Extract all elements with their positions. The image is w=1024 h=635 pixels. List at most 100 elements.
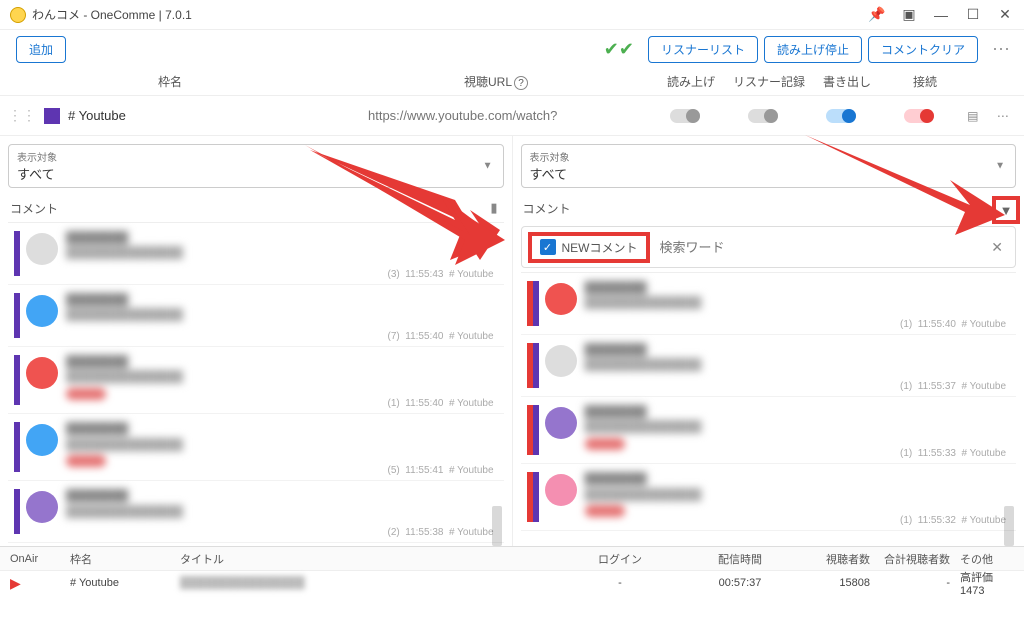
comments-list-left[interactable]: ███████████████████████(3) 11:55:43 # Yo… bbox=[8, 222, 504, 546]
color-stripe bbox=[14, 231, 20, 276]
avatar bbox=[26, 295, 58, 327]
table-row[interactable]: ▶ # Youtube ████████████████ - 00:57:37 … bbox=[0, 571, 1024, 595]
export-toggle[interactable] bbox=[826, 109, 856, 123]
toolbar: 追加 ✔✔ リスナーリスト 読み上げ停止 コメントクリア ⋯ bbox=[0, 30, 1024, 68]
comment-meta: (2) 11:55:38 # Youtube bbox=[387, 527, 493, 538]
color-stripe2 bbox=[533, 343, 539, 388]
row-title: ████████████████ bbox=[180, 577, 550, 589]
row-more-icon[interactable]: ⋯ bbox=[997, 109, 1009, 123]
clear-search-icon[interactable]: ✕ bbox=[985, 239, 1009, 256]
comment-meta: (1) 11:55:40 # Youtube bbox=[387, 398, 493, 409]
bt-head-time: 配信時間 bbox=[690, 551, 790, 567]
list-item[interactable]: ███████████████████████(1) 11:55:40 # Yo… bbox=[521, 273, 1017, 335]
channel-color-swatch[interactable] bbox=[44, 108, 60, 124]
onair-icon: ▶ bbox=[10, 575, 21, 591]
avatar bbox=[545, 283, 577, 315]
bt-head-name: 枠名 bbox=[70, 551, 180, 567]
avatar bbox=[545, 407, 577, 439]
column-headers: 枠名 視聴URL? 読み上げ リスナー記録 書き出し 接続 bbox=[0, 68, 1024, 96]
col-url: 視聴URL? bbox=[340, 73, 652, 90]
more-menu-icon[interactable]: ⋯ bbox=[988, 39, 1014, 60]
comment-meta: (1) 11:55:37 # Youtube bbox=[900, 381, 1006, 392]
listener-list-button[interactable]: リスナーリスト bbox=[648, 36, 758, 63]
comment-meta: (7) 11:55:40 # Youtube bbox=[387, 331, 493, 342]
color-stripe2 bbox=[533, 281, 539, 326]
bt-head-other: その他 bbox=[950, 551, 1014, 567]
speech-toggle[interactable] bbox=[670, 109, 700, 123]
scrollbar[interactable] bbox=[492, 506, 502, 546]
color-stripe2 bbox=[533, 405, 539, 455]
list-item[interactable]: ███████████████████████(7) 11:55:40 # Yo… bbox=[8, 285, 504, 347]
comment-clear-button[interactable]: コメントクリア bbox=[868, 36, 978, 63]
comments-list-right[interactable]: ███████████████████████(1) 11:55:40 # Yo… bbox=[521, 272, 1017, 546]
col-name: 枠名 bbox=[0, 73, 340, 90]
avatar bbox=[26, 233, 58, 265]
speech-stop-button[interactable]: 読み上げ停止 bbox=[764, 36, 862, 63]
new-comment-label: NEWコメント bbox=[562, 239, 638, 256]
right-panel: 表示対象 すべて ▼ コメント ▮ ▼ ✓ NEWコメント ✕ ████████… bbox=[513, 136, 1024, 546]
new-comment-checkbox[interactable]: ✓ bbox=[540, 239, 556, 255]
list-item[interactable]: ███████████████████████(1) 11:55:33 # Yo… bbox=[521, 397, 1017, 464]
search-input[interactable] bbox=[660, 240, 986, 255]
scrollbar[interactable] bbox=[1004, 506, 1014, 546]
color-stripe2 bbox=[533, 472, 539, 522]
color-stripe bbox=[14, 489, 20, 534]
drag-handle-icon[interactable]: ⋮⋮ bbox=[6, 107, 38, 124]
col-connect: 接続 bbox=[886, 73, 964, 90]
comment-meta: (1) 11:55:32 # Youtube bbox=[900, 515, 1006, 526]
bottom-table: OnAir 枠名 タイトル ログイン 配信時間 視聴者数 合計視聴者数 その他 … bbox=[0, 546, 1024, 596]
bt-head-viewers: 視聴者数 bbox=[790, 551, 870, 567]
close-button[interactable]: ✕ bbox=[990, 1, 1020, 29]
row-viewers: 15808 bbox=[790, 577, 870, 589]
bt-head-title: タイトル bbox=[180, 551, 550, 567]
titlebar: わんコメ - OneComme | 7.0.1 📌 ▣ — ☐ ✕ bbox=[0, 0, 1024, 30]
chevron-down-icon: ▼ bbox=[995, 161, 1005, 172]
search-row: ✓ NEWコメント ✕ bbox=[521, 226, 1017, 268]
bt-head-onair: OnAir bbox=[10, 553, 70, 565]
comments-label: コメント bbox=[523, 200, 999, 217]
comment-meta: (1) 11:55:40 # Youtube bbox=[900, 319, 1006, 330]
row-other: 高評価 1473 bbox=[950, 569, 1014, 597]
chevron-down-icon: ▼ bbox=[483, 161, 493, 172]
left-panel: 表示対象 すべて ▼ コメント ▮ ██████████████████████… bbox=[0, 136, 513, 546]
col-speech: 読み上げ bbox=[652, 73, 730, 90]
check-all-icon[interactable]: ✔✔ bbox=[604, 39, 634, 60]
filter-select-right[interactable]: 表示対象 すべて ▼ bbox=[521, 144, 1017, 188]
comment-meta: (1) 11:55:33 # Youtube bbox=[900, 448, 1006, 459]
chat-icon[interactable]: ▤ bbox=[967, 109, 978, 123]
channel-url-input[interactable] bbox=[364, 104, 646, 127]
minimize-button[interactable]: — bbox=[926, 1, 956, 29]
filter-button-highlight: ▼ bbox=[992, 196, 1020, 224]
connect-toggle[interactable] bbox=[904, 109, 934, 123]
filter-select-left[interactable]: 表示対象 すべて ▼ bbox=[8, 144, 504, 188]
channel-name[interactable]: # Youtube bbox=[68, 108, 364, 123]
col-export: 書き出し bbox=[808, 73, 886, 90]
color-stripe bbox=[14, 422, 20, 472]
help-icon[interactable]: ? bbox=[514, 76, 528, 90]
pip-icon[interactable]: ▣ bbox=[894, 1, 924, 29]
color-stripe bbox=[14, 355, 20, 405]
comments-label: コメント bbox=[10, 200, 486, 217]
listener-toggle[interactable] bbox=[748, 109, 778, 123]
row-login: - bbox=[550, 577, 690, 589]
list-item[interactable]: ███████████████████████(2) 11:55:38 # Yo… bbox=[8, 481, 504, 543]
filter-icon[interactable]: ▼ bbox=[1000, 203, 1013, 218]
list-item[interactable]: ███████████████████████(1) 11:55:40 # Yo… bbox=[8, 347, 504, 414]
pin-icon[interactable]: 📌 bbox=[862, 1, 892, 29]
new-comment-filter-highlight: ✓ NEWコメント bbox=[528, 232, 650, 263]
row-name: # Youtube bbox=[70, 577, 180, 589]
list-item[interactable]: ███████████████████████(1) 11:55:32 # Yo… bbox=[521, 464, 1017, 531]
comment-meta: (5) 11:55:41 # Youtube bbox=[387, 465, 493, 476]
window-title: わんコメ - OneComme | 7.0.1 bbox=[32, 6, 862, 23]
list-item[interactable]: ███████████████████████(1) 11:55:37 # Yo… bbox=[521, 335, 1017, 397]
filter-icon-left[interactable]: ▮ bbox=[486, 198, 501, 218]
list-item[interactable]: ███████████████████████(3) 11:55:43 # Yo… bbox=[8, 223, 504, 285]
add-button[interactable]: 追加 bbox=[16, 36, 66, 63]
avatar bbox=[26, 357, 58, 389]
col-listener: リスナー記録 bbox=[730, 73, 808, 90]
bt-head-total: 合計視聴者数 bbox=[870, 551, 950, 567]
row-total: - bbox=[870, 577, 950, 589]
list-item[interactable]: ███████████████████████(5) 11:55:41 # Yo… bbox=[8, 414, 504, 481]
bt-head-login: ログイン bbox=[550, 551, 690, 567]
maximize-button[interactable]: ☐ bbox=[958, 1, 988, 29]
